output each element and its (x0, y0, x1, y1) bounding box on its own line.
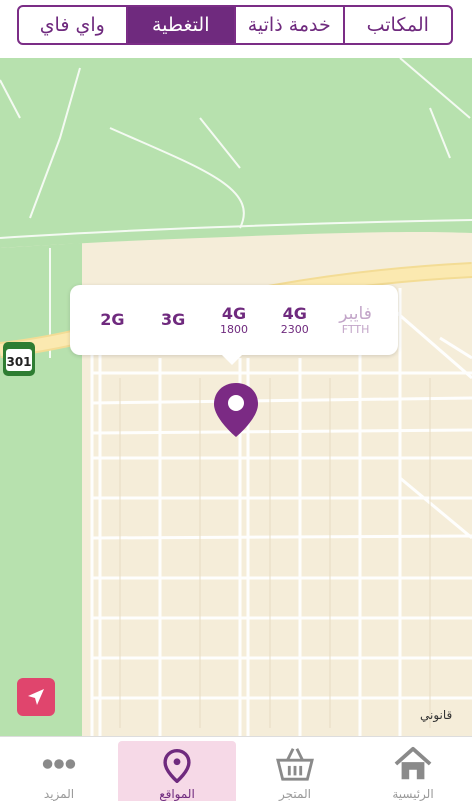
segment-coverage[interactable]: التغطية (125, 7, 234, 43)
location-pin-icon (163, 749, 191, 783)
navigation-arrow-icon (28, 689, 44, 705)
coverage-2g[interactable]: 2G (89, 311, 135, 329)
tab-store[interactable]: المتجر (236, 737, 354, 801)
road-shield-number: 301 (6, 355, 31, 369)
location-pin-icon[interactable] (211, 381, 261, 443)
tab-bar: الرئيسية المتجر المواقع المزيد (0, 736, 472, 801)
more-dots-icon (42, 759, 76, 769)
segment-offices[interactable]: المكاتب (342, 7, 452, 43)
segment-wifi[interactable]: واي فاي (19, 7, 126, 43)
tab-locations[interactable]: المواقع (118, 741, 236, 801)
coverage-3g[interactable]: 3G (150, 311, 196, 329)
basket-icon (276, 748, 314, 781)
tab-home[interactable]: الرئيسية (354, 737, 472, 801)
my-location-button[interactable] (17, 678, 55, 716)
home-icon (394, 746, 432, 780)
tab-more[interactable]: المزيد (0, 737, 118, 801)
segmented-control: المكاتب خدمة ذاتية التغطية واي فاي (17, 5, 453, 45)
road-shield: 301 (2, 341, 36, 381)
segment-self-service[interactable]: خدمة ذاتية (234, 7, 343, 43)
legal-link[interactable]: قانوني (420, 708, 452, 722)
coverage-4g-1800[interactable]: 4G 1800 (211, 304, 257, 336)
coverage-fiber[interactable]: فايبر FTTH (333, 305, 379, 336)
coverage-4g-2300[interactable]: 4G 2300 (272, 304, 318, 336)
top-bar: المكاتب خدمة ذاتية التغطية واي فاي (0, 0, 472, 58)
coverage-popup: فايبر FTTH 4G 2300 4G 1800 3G 2G (70, 285, 398, 365)
